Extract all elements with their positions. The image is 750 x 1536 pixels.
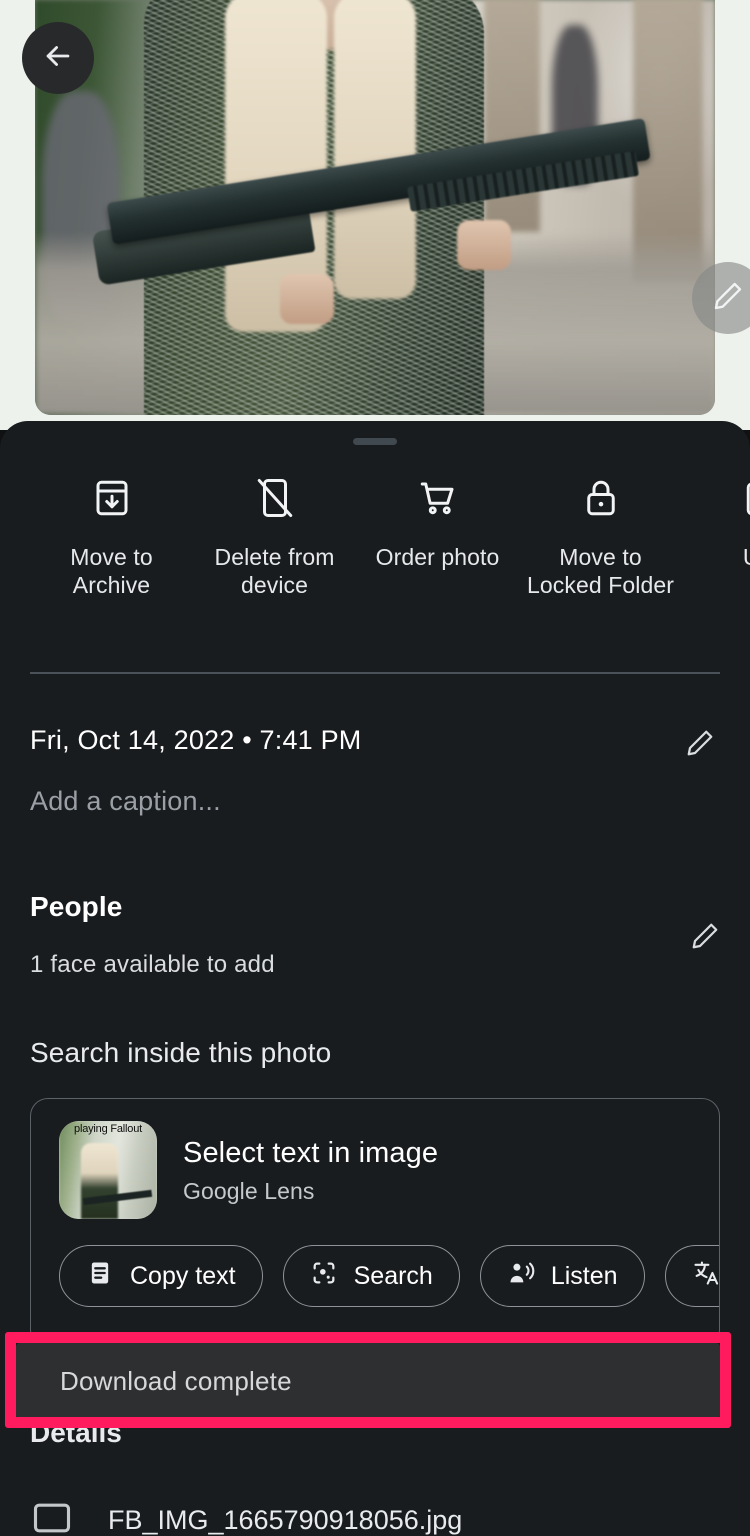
edit-date-button[interactable] [680, 723, 720, 763]
section-divider [30, 672, 720, 674]
chip-listen[interactable]: Listen [479, 1245, 645, 1307]
edit-people-button[interactable] [685, 916, 725, 956]
action-move-to-locked-folder[interactable]: Move to Locked Folder [519, 469, 682, 599]
action-label: Move to Locked Folder [526, 544, 675, 598]
photo-image[interactable] [35, 0, 715, 415]
action-move-to-archive[interactable]: Move to Archive [30, 469, 193, 599]
photo-detail-screen: Move to Archive Delete from device Order… [0, 0, 750, 1536]
back-button[interactable] [22, 22, 94, 94]
pencil-icon [712, 280, 744, 317]
people-subtitle: 1 face available to add [30, 951, 275, 978]
details-title: Details [30, 1417, 122, 1448]
details-file-name: FB_IMG_1665790918056.jpg [108, 1505, 463, 1535]
chip-label: Search [353, 1261, 433, 1290]
photo-viewer [0, 0, 750, 430]
action-label: Order photo [375, 544, 500, 570]
quick-actions-row: Move to Archive Delete from device Order… [0, 469, 750, 599]
details-file-row[interactable]: FB_IMG_1665790918056.jpg [30, 1496, 462, 1536]
lens-thumbnail-text: playing Fallout [74, 1123, 142, 1135]
date-row[interactable]: Fri, Oct 14, 2022 • 7:41 PM [30, 723, 720, 763]
lock-icon [580, 469, 622, 527]
lens-scan-icon [310, 1259, 338, 1294]
translate-icon [692, 1259, 719, 1294]
action-order-photo[interactable]: Order photo [356, 469, 519, 571]
chip-label: Listen [550, 1261, 618, 1290]
lens-thumbnail: playing Fallout [59, 1121, 157, 1219]
chip-copy-text[interactable]: Copy text [59, 1245, 263, 1307]
google-lens-card[interactable]: playing Fallout Select text in image Goo… [30, 1098, 720, 1348]
chip-search[interactable]: Search [282, 1245, 460, 1307]
listen-icon [507, 1259, 535, 1294]
use-as-icon [743, 469, 750, 527]
drag-handle[interactable] [353, 438, 397, 445]
photo-date: Fri, Oct 14, 2022 • 7:41 PM [30, 725, 362, 755]
image-file-icon [30, 1496, 74, 1536]
archive-down-icon [91, 469, 133, 527]
toast-message: Download complete [60, 1365, 292, 1396]
action-use-as[interactable]: Use [682, 469, 750, 571]
lens-card-subheading: Google Lens [183, 1177, 315, 1204]
action-delete-from-device[interactable]: Delete from device [193, 469, 356, 599]
action-label: Move to Archive [70, 544, 153, 598]
chip-translate[interactable]: T [664, 1245, 719, 1307]
caption-input[interactable]: Add a caption... [30, 786, 221, 817]
phone-slash-icon [254, 469, 296, 527]
action-label: Use [743, 543, 750, 571]
document-icon [86, 1259, 114, 1294]
search-inside-title: Search inside this photo [30, 1037, 332, 1068]
lens-card-heading: Select text in image [183, 1136, 439, 1169]
lens-chips-row: Copy text Search Listen [31, 1219, 719, 1307]
chip-label: Copy text [130, 1261, 236, 1290]
people-section-header: People [30, 891, 720, 923]
action-label: Delete from device [214, 544, 335, 598]
people-title: People [30, 891, 123, 922]
download-complete-toast: Download complete [16, 1343, 720, 1419]
shopping-cart-icon [417, 469, 459, 527]
back-arrow-icon [41, 39, 75, 78]
